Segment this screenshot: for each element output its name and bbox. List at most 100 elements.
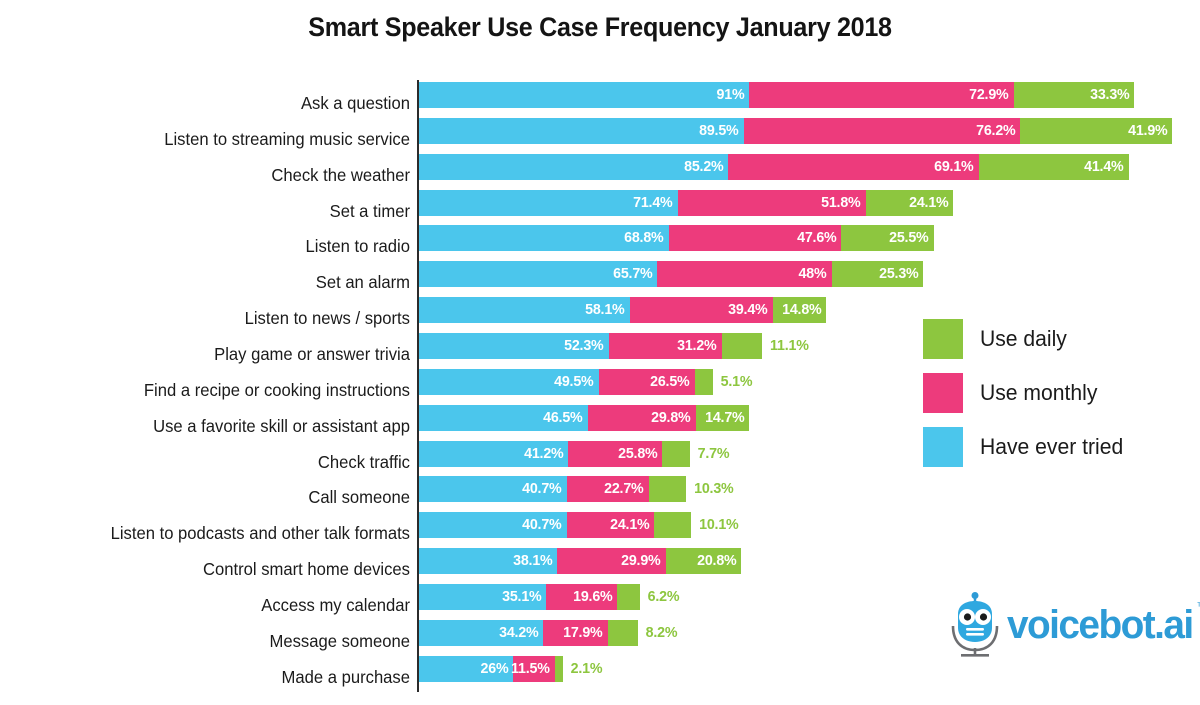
stacked-bar: 58.1% 39.4% 14.8% <box>419 297 827 324</box>
bar-segment-use-daily: 7.7% <box>662 440 730 467</box>
legend-swatch <box>923 373 963 413</box>
bar-segment-have-ever-tried: 58.1% <box>419 297 630 324</box>
stacked-bar: 38.1% 29.9% 20.8% <box>419 548 742 575</box>
stacked-bar: 35.1% 19.6% 6.2% <box>419 583 679 610</box>
bar-segment-have-ever-tried: 41.2% <box>419 440 569 467</box>
bar-segment-use-daily: 5.1% <box>694 368 753 395</box>
bar-value-label: 76.2% <box>975 121 1016 139</box>
bar-value-label: 26.5% <box>650 372 690 390</box>
bar-segment-use-monthly: 11.5% <box>511 655 556 682</box>
bar-value-label: 29.8% <box>651 408 691 426</box>
category-label: Made a purchase <box>281 666 410 687</box>
bar-value-label: 17.9% <box>563 623 604 641</box>
bar-value-label: 65.7% <box>612 265 653 283</box>
bar-segment-use-daily: 14.7% <box>695 404 750 431</box>
bar-segment-use-monthly: 19.6% <box>546 583 618 610</box>
bar-value-label: 35.1% <box>501 587 542 605</box>
stacked-bar: 52.3% 31.2% 11.1% <box>419 332 809 359</box>
legend-item[interactable]: Use daily <box>923 312 1173 366</box>
bar-value-label: 41.4% <box>1084 157 1124 175</box>
bar-value-label: 6.2% <box>647 587 680 605</box>
bar-row: Call someone 40.7% 22.7% 10.3% <box>0 476 1200 512</box>
bar-value-label: 5.1% <box>720 372 753 390</box>
stacked-bar: 41.2% 25.8% 7.7% <box>419 440 730 467</box>
bar-value-label: 11.5% <box>511 659 551 677</box>
bar-value-label: 8.2% <box>645 623 678 641</box>
bar-segment-use-daily: 33.3% <box>1013 82 1135 108</box>
category-label: Control smart home devices <box>203 559 410 580</box>
trademark-symbol: ™ <box>1196 601 1200 613</box>
bar-value-label: 49.5% <box>554 372 594 390</box>
bar-segment-have-ever-tried: 26% <box>419 655 514 682</box>
category-label: Set a timer <box>329 200 410 221</box>
bar-value-label: 71.4% <box>633 193 674 211</box>
bar-value-label: 69.1% <box>934 157 974 175</box>
bar-segment-have-ever-tried: 49.5% <box>419 368 599 395</box>
category-label: Listen to radio <box>305 236 410 257</box>
voicebot-robot-mic-icon <box>951 592 999 657</box>
bar-segment-use-monthly: 17.9% <box>543 619 608 646</box>
bar-value-label: 52.3% <box>564 336 604 354</box>
bar-segment-use-daily: 10.3% <box>649 476 734 503</box>
bar-value-label: 39.4% <box>728 301 768 319</box>
category-label: Listen to streaming music service <box>164 128 410 149</box>
bar-segment-have-ever-tried: 34.2% <box>419 619 544 646</box>
bar-segment-have-ever-tried: 85.2% <box>419 153 729 180</box>
bar-segment-have-ever-tried: 52.3% <box>419 332 609 359</box>
bar-row: Listen to radio 68.8% 47.6% 25.5% <box>0 225 1200 261</box>
bar-value-label: 46.5% <box>543 408 583 426</box>
voicebot-logo-text: voicebot.ai ™ <box>1007 601 1200 648</box>
bar-segment-use-monthly: 22.7% <box>566 476 649 503</box>
stacked-bar: 71.4% 51.8% 24.1% <box>419 189 954 216</box>
bar-value-label: 11.1% <box>770 336 809 354</box>
bar-segment-use-monthly: 69.1% <box>728 153 979 180</box>
bar-value-label: 58.1% <box>585 301 625 319</box>
bar-segment-use-monthly: 29.9% <box>557 548 666 575</box>
bar-value-label: 25.8% <box>617 444 658 462</box>
bar-value-label: 51.8% <box>821 193 861 211</box>
category-label: Message someone <box>269 630 410 651</box>
bar-segment-use-daily: 8.2% <box>608 619 677 646</box>
bar-segment-use-daily: 2.1% <box>555 655 602 682</box>
bar-segment-have-ever-tried: 40.7% <box>419 512 567 539</box>
bar-segment-have-ever-tried: 68.8% <box>419 225 669 252</box>
bar-segment-use-daily: 25.3% <box>831 261 924 288</box>
legend-label: Use daily <box>980 326 1067 351</box>
legend-item[interactable]: Have ever tried <box>923 420 1173 474</box>
legend-item[interactable]: Use monthly <box>923 366 1173 420</box>
category-label: Check the weather <box>271 164 410 185</box>
stacked-bar: 49.5% 26.5% 5.1% <box>419 368 753 395</box>
legend-swatch <box>923 319 963 359</box>
bar-segment-use-daily: 11.1% <box>721 332 809 359</box>
bar-row: Listen to streaming music service 89.5% 76… <box>0 117 1200 154</box>
bar-row: Made a purchase 26% 11.5% 2.1% <box>0 655 1200 692</box>
bar-segment-use-daily: 6.2% <box>617 583 679 610</box>
bar-segment-use-daily: 25.5% <box>841 225 934 252</box>
bar-segment-use-daily: 41.9% <box>1020 117 1173 144</box>
category-label: Check traffic <box>317 451 410 472</box>
stacked-bar: 65.7% 48% 25.3% <box>419 261 924 288</box>
bar-segment-have-ever-tried: 38.1% <box>419 548 558 575</box>
stacked-bar: 34.2% 17.9% 8.2% <box>419 619 677 646</box>
category-label: Play game or answer trivia <box>214 343 410 364</box>
bar-value-label: 34.2% <box>498 623 539 641</box>
bar-row: Set a timer 71.4% 51.8% 24.1% <box>0 189 1200 226</box>
bar-row: Listen to podcasts and other talk format… <box>0 512 1200 548</box>
stacked-bar: 40.7% 22.7% 10.3% <box>419 476 734 503</box>
stacked-bar: 89.5% 76.2% 41.9% <box>419 117 1173 144</box>
bar-value-label: 89.5% <box>699 121 739 139</box>
legend-swatch <box>923 427 963 467</box>
bar-value-label: 22.7% <box>604 480 645 498</box>
bar-segment-use-monthly: 72.9% <box>749 82 1014 108</box>
category-label: Ask a question <box>300 93 410 113</box>
bar-segment-have-ever-tried: 40.7% <box>419 476 567 503</box>
bar-segment-use-monthly: 47.6% <box>668 225 842 252</box>
bar-value-label: 40.7% <box>522 480 562 498</box>
bar-row: Check the weather 85.2% 69.1% 41.4% <box>0 153 1200 190</box>
bar-value-label: 10.3% <box>694 480 734 498</box>
bar-segment-have-ever-tried: 71.4% <box>419 189 679 216</box>
category-label: Set an alarm <box>315 272 410 293</box>
bar-segment-use-monthly: 25.8% <box>568 440 663 467</box>
bar-segment-use-monthly: 24.1% <box>566 512 655 539</box>
voicebot-logo[interactable]: voicebot.ai ™ <box>947 592 1200 658</box>
